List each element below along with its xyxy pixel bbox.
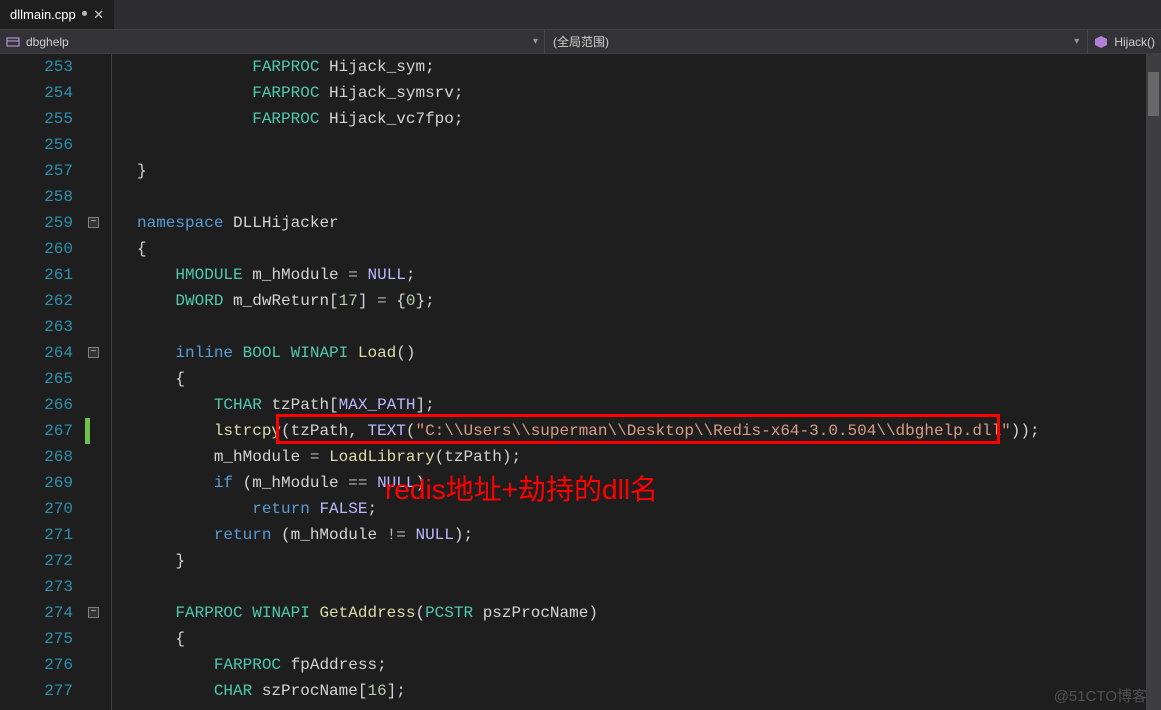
code-line[interactable]: FARPROC fpAddress; <box>137 652 1161 678</box>
line-number: 257 <box>0 158 73 184</box>
bracket-guide-column <box>107 54 137 710</box>
line-number: 275 <box>0 626 73 652</box>
code-line[interactable]: CHAR szProcName[16]; <box>137 678 1161 704</box>
line-number: 270 <box>0 496 73 522</box>
line-number: 265 <box>0 366 73 392</box>
line-number: 266 <box>0 392 73 418</box>
scope-icon <box>6 36 20 48</box>
line-number: 269 <box>0 470 73 496</box>
change-marker <box>85 418 90 444</box>
code-line[interactable]: { <box>137 366 1161 392</box>
code-line[interactable]: FARPROC Hijack_sym; <box>137 54 1161 80</box>
tab-filename: dllmain.cpp <box>10 7 76 22</box>
line-number: 267 <box>0 418 73 444</box>
code-line[interactable] <box>137 184 1161 210</box>
fold-column: − − − <box>85 54 107 710</box>
chevron-down-icon: ▾ <box>533 36 538 47</box>
line-number: 260 <box>0 236 73 262</box>
line-number: 276 <box>0 652 73 678</box>
line-number: 254 <box>0 80 73 106</box>
code-line[interactable]: FARPROC WINAPI GetAddress(PCSTR pszProcN… <box>137 600 1161 626</box>
code-line[interactable]: lstrcpy(tzPath, TEXT("C:\\Users\\superma… <box>137 418 1161 444</box>
code-line[interactable]: HMODULE m_hModule = NULL; <box>137 262 1161 288</box>
code-line[interactable] <box>137 132 1161 158</box>
code-area[interactable]: FARPROC Hijack_sym; FARPROC Hijack_symsr… <box>137 54 1161 710</box>
line-number: 259 <box>0 210 73 236</box>
tab-bar: dllmain.cpp ⏺ ✕ <box>0 0 1161 30</box>
code-line[interactable]: { <box>137 626 1161 652</box>
code-line[interactable]: TCHAR tzPath[MAX_PATH]; <box>137 392 1161 418</box>
scope-dropdown[interactable]: dbghelp ▾ <box>0 30 545 53</box>
function-label: Hijack() <box>1114 35 1155 49</box>
file-tab[interactable]: dllmain.cpp ⏺ ✕ <box>0 0 114 29</box>
fold-toggle[interactable]: − <box>88 347 99 358</box>
code-line[interactable]: inline BOOL WINAPI Load() <box>137 340 1161 366</box>
line-number: 261 <box>0 262 73 288</box>
method-icon <box>1094 35 1108 49</box>
code-line[interactable]: return FALSE; <box>137 496 1161 522</box>
line-number: 271 <box>0 522 73 548</box>
line-number: 268 <box>0 444 73 470</box>
member-dropdown[interactable]: (全局范围) ▾ <box>545 30 1088 53</box>
line-number: 272 <box>0 548 73 574</box>
code-line[interactable]: namespace DLLHijacker <box>137 210 1161 236</box>
line-number: 274 <box>0 600 73 626</box>
member-label: (全局范围) <box>553 33 609 50</box>
fold-toggle[interactable]: − <box>88 217 99 228</box>
navigation-bar: dbghelp ▾ (全局范围) ▾ Hijack() <box>0 30 1161 54</box>
line-number: 264 <box>0 340 73 366</box>
code-line[interactable] <box>137 314 1161 340</box>
code-line[interactable]: } <box>137 548 1161 574</box>
code-line[interactable]: if (m_hModule == NULL) <box>137 470 1161 496</box>
function-dropdown[interactable]: Hijack() <box>1088 30 1161 53</box>
vertical-scrollbar[interactable] <box>1146 54 1161 710</box>
code-editor[interactable]: 2532542552562572582592602612622632642652… <box>0 54 1161 710</box>
code-line[interactable]: FARPROC Hijack_symsrv; <box>137 80 1161 106</box>
line-number: 263 <box>0 314 73 340</box>
pin-icon[interactable]: ⏺ <box>82 8 88 21</box>
scope-label: dbghelp <box>26 35 69 49</box>
code-line[interactable]: FARPROC Hijack_vc7fpo; <box>137 106 1161 132</box>
code-line[interactable]: m_hModule = LoadLibrary(tzPath); <box>137 444 1161 470</box>
code-line[interactable]: DWORD m_dwReturn[17] = {0}; <box>137 288 1161 314</box>
line-number: 273 <box>0 574 73 600</box>
code-line[interactable]: } <box>137 158 1161 184</box>
line-number: 262 <box>0 288 73 314</box>
code-line[interactable]: { <box>137 236 1161 262</box>
line-number: 256 <box>0 132 73 158</box>
fold-toggle[interactable]: − <box>88 607 99 618</box>
line-number: 253 <box>0 54 73 80</box>
line-number-gutter: 2532542552562572582592602612622632642652… <box>0 54 85 710</box>
line-number: 258 <box>0 184 73 210</box>
close-icon[interactable]: ✕ <box>93 7 104 23</box>
line-number: 255 <box>0 106 73 132</box>
line-number: 277 <box>0 678 73 704</box>
code-line[interactable] <box>137 574 1161 600</box>
scrollbar-thumb[interactable] <box>1148 72 1159 116</box>
chevron-down-icon: ▾ <box>1074 36 1079 47</box>
watermark: @51CTO博客 <box>1054 685 1147 706</box>
code-line[interactable]: return (m_hModule != NULL); <box>137 522 1161 548</box>
